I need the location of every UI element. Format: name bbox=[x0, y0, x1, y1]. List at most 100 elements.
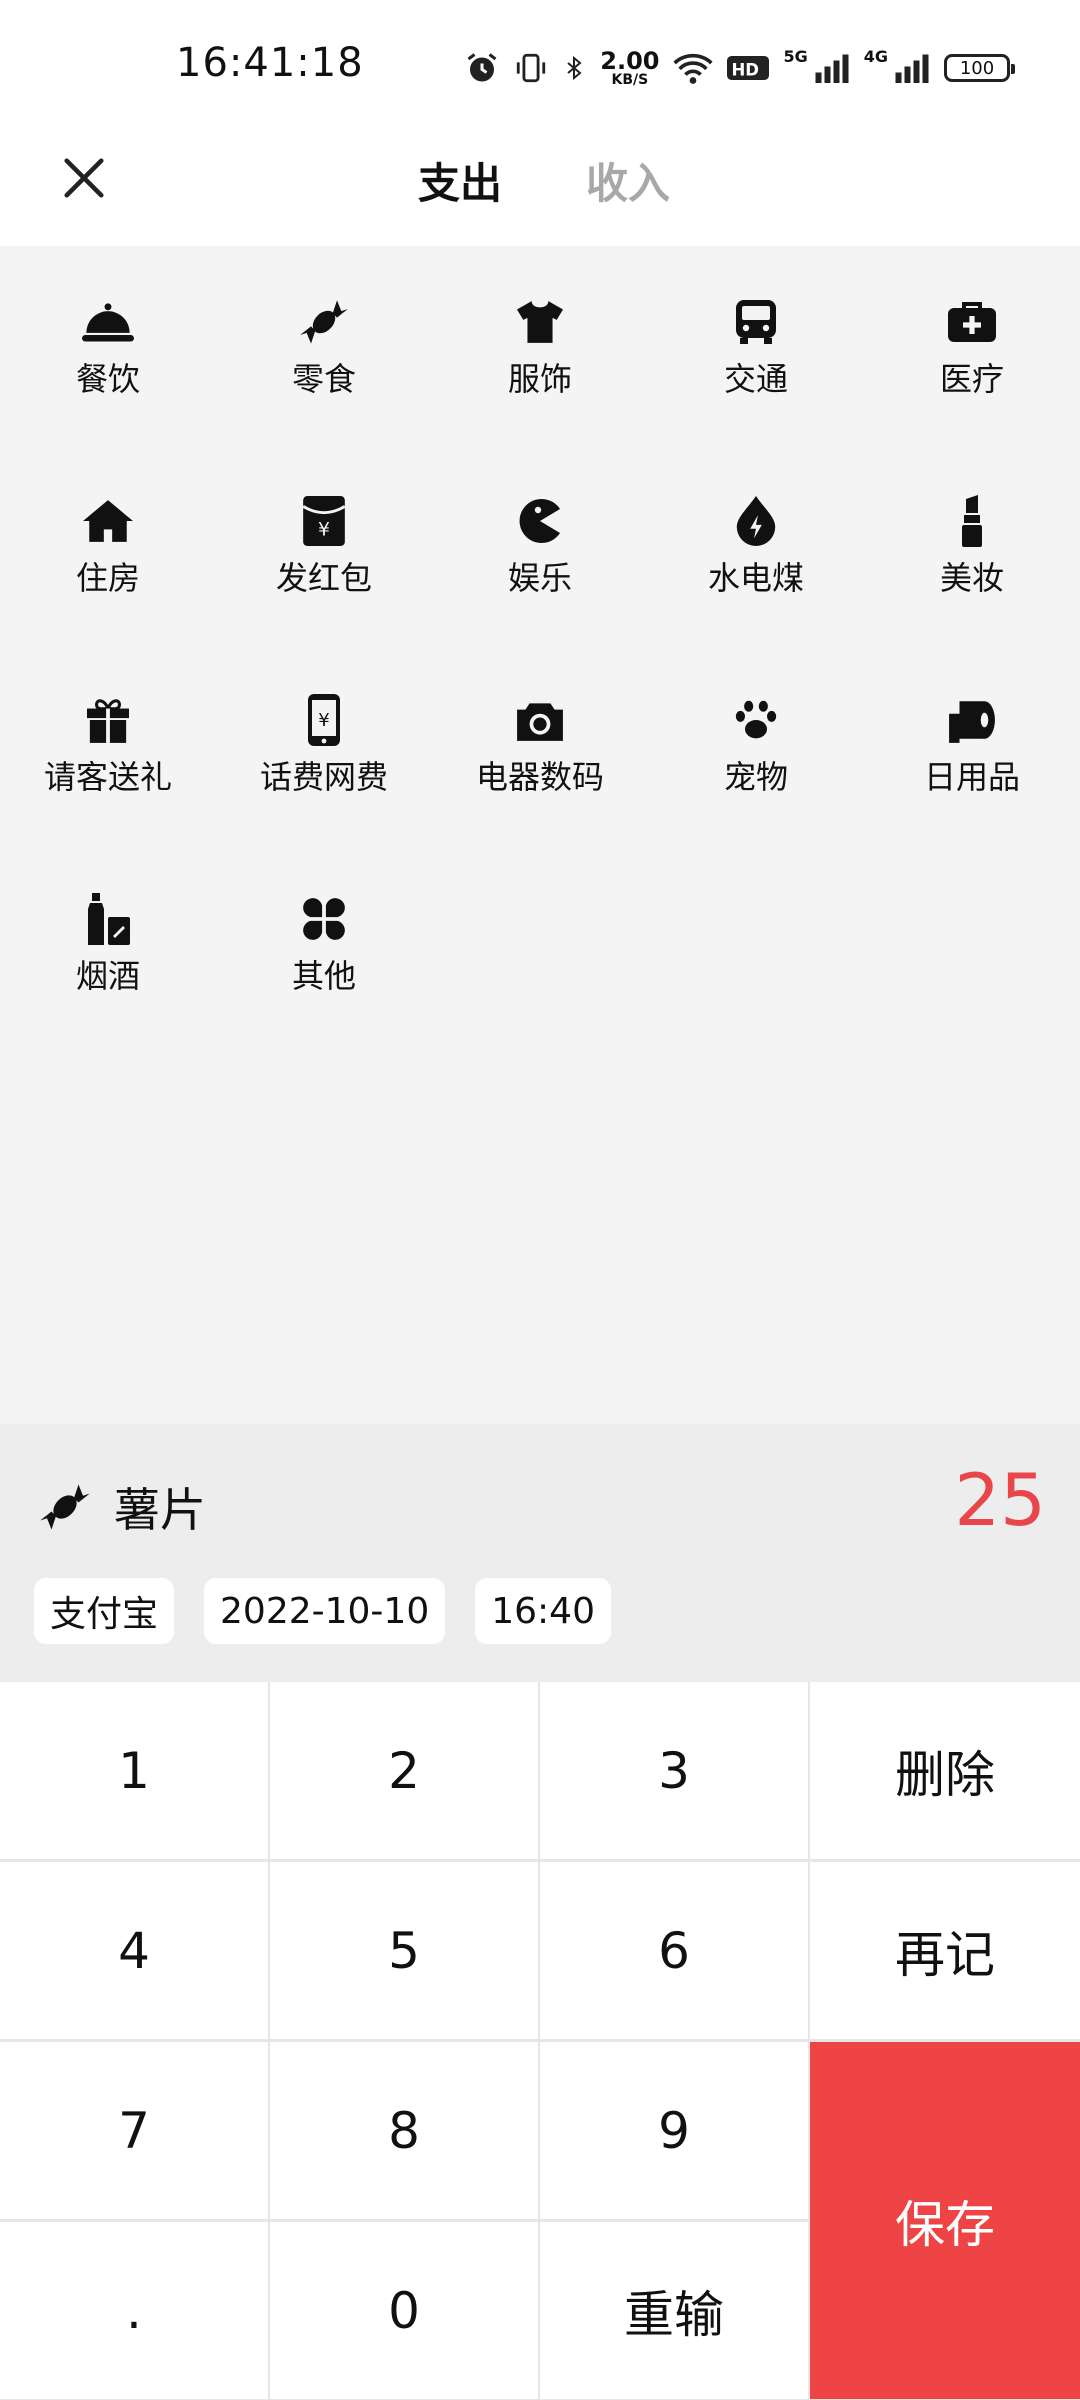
key-5[interactable]: 5 bbox=[270, 1862, 538, 2039]
red-envelope-icon: ¥ bbox=[303, 496, 345, 546]
save-button[interactable]: 保存 bbox=[810, 2042, 1080, 2399]
tab-expense[interactable]: 支出 bbox=[418, 150, 502, 211]
svg-text:¥: ¥ bbox=[318, 520, 330, 541]
speed-unit: KB/S bbox=[611, 72, 649, 88]
category-grid: 餐饮 零食 服饰 交通 医疗 住房 ¥ 发红包 娱乐 水电煤 美妆 请客送礼 ¥… bbox=[0, 296, 1080, 1092]
category-label: 美妆 bbox=[939, 559, 1004, 597]
entry-name[interactable]: 薯片 bbox=[114, 1474, 206, 1540]
paw-icon bbox=[735, 700, 777, 739]
lipstick-icon bbox=[962, 495, 982, 547]
speed-value: 2.00 bbox=[600, 47, 660, 75]
key-8[interactable]: 8 bbox=[270, 2042, 538, 2219]
record-again-button[interactable]: 再记 bbox=[810, 1862, 1080, 2039]
svg-text:¥: ¥ bbox=[318, 710, 329, 731]
phone-icon: ¥ bbox=[308, 694, 340, 746]
category-tobacco-alcohol[interactable]: 烟酒 bbox=[0, 893, 216, 1092]
category-label: 娱乐 bbox=[507, 559, 572, 597]
amount-display: 25 bbox=[954, 1458, 1046, 1542]
category-label: 烟酒 bbox=[75, 957, 140, 995]
utilities-drop-icon bbox=[736, 496, 776, 546]
key-6[interactable]: 6 bbox=[540, 1862, 808, 2039]
category-red-envelope[interactable]: ¥ 发红包 bbox=[216, 495, 432, 694]
bus-icon bbox=[736, 300, 776, 344]
category-label: 宠物 bbox=[723, 758, 788, 796]
payment-method-chip[interactable]: 支付宝 bbox=[34, 1578, 175, 1644]
category-clothing[interactable]: 服饰 bbox=[432, 296, 648, 495]
status-icons: 2.00 KB/S HD 5G 4G 100 bbox=[464, 40, 1015, 96]
category-panel: 餐饮 零食 服饰 交通 医疗 住房 ¥ 发红包 娱乐 水电煤 美妆 请客送礼 ¥… bbox=[0, 246, 1080, 1424]
candy-icon bbox=[40, 1484, 90, 1530]
close-button[interactable] bbox=[52, 146, 116, 210]
signal-icon bbox=[815, 54, 849, 83]
category-medical[interactable]: 医疗 bbox=[864, 296, 1080, 495]
svg-text:HD: HD bbox=[732, 61, 760, 80]
shirt-icon bbox=[517, 301, 563, 343]
category-snacks[interactable]: 零食 bbox=[216, 296, 432, 495]
category-entertainment[interactable]: 娱乐 bbox=[432, 495, 648, 694]
network-speed: 2.00 KB/S bbox=[600, 49, 659, 87]
toilet-roll-icon bbox=[949, 701, 995, 743]
keypad: 1 2 3 删除 4 5 6 再记 7 8 9 保存 . 0 重输 bbox=[0, 1682, 1080, 2400]
status-bar: 16:41:18 2.00 KB/S HD 5G 4G 100 bbox=[0, 0, 1080, 120]
status-time: 16:41:18 bbox=[176, 40, 364, 86]
category-label: 发红包 bbox=[275, 559, 372, 597]
selected-category[interactable]: 薯片 bbox=[38, 1474, 206, 1540]
category-other[interactable]: 其他 bbox=[216, 893, 432, 1092]
time-chip[interactable]: 16:40 bbox=[475, 1578, 611, 1644]
key-2[interactable]: 2 bbox=[270, 1682, 538, 1859]
bluetooth-icon bbox=[567, 55, 582, 81]
category-label: 医疗 bbox=[939, 360, 1004, 398]
category-electronics[interactable]: 电器数码 bbox=[432, 694, 648, 893]
house-icon bbox=[83, 500, 133, 542]
category-utilities[interactable]: 水电煤 bbox=[648, 495, 864, 694]
battery-level: 100 bbox=[959, 57, 995, 79]
key-3[interactable]: 3 bbox=[540, 1682, 808, 1859]
reenter-button[interactable]: 重输 bbox=[540, 2222, 808, 2399]
key-9[interactable]: 9 bbox=[540, 2042, 808, 2219]
category-dining[interactable]: 餐饮 bbox=[0, 296, 216, 495]
signal-icon bbox=[895, 54, 929, 83]
category-label: 交通 bbox=[723, 360, 788, 398]
entry-panel: 薯片 25 支付宝 2022-10-10 16:40 bbox=[0, 1424, 1080, 1682]
category-cosmetics[interactable]: 美妆 bbox=[864, 495, 1080, 694]
gift-icon bbox=[87, 699, 129, 743]
bottles-icon bbox=[88, 893, 130, 945]
entry-options: 支付宝 2022-10-10 16:40 bbox=[34, 1578, 611, 1644]
date-chip[interactable]: 2022-10-10 bbox=[204, 1578, 446, 1644]
category-label: 零食 bbox=[291, 360, 356, 398]
header: 支出 收入 bbox=[0, 120, 1080, 246]
clover-icon bbox=[303, 898, 345, 940]
wifi-icon bbox=[673, 53, 714, 84]
delete-button[interactable]: 删除 bbox=[810, 1682, 1080, 1859]
category-label: 其他 bbox=[291, 957, 356, 995]
key-0[interactable]: 0 bbox=[270, 2222, 538, 2399]
candy-icon bbox=[300, 300, 348, 344]
key-4[interactable]: 4 bbox=[0, 1862, 268, 2039]
cloche-icon bbox=[82, 303, 134, 342]
battery-icon: 100 bbox=[944, 54, 1015, 82]
category-label: 水电煤 bbox=[707, 559, 804, 597]
close-icon bbox=[64, 158, 104, 198]
net-5g-label: 5G bbox=[783, 46, 808, 66]
category-gifts[interactable]: 请客送礼 bbox=[0, 694, 216, 893]
category-daily-goods[interactable]: 日用品 bbox=[864, 694, 1080, 893]
medkit-icon bbox=[948, 302, 996, 342]
tab-income[interactable]: 收入 bbox=[586, 150, 670, 211]
category-housing[interactable]: 住房 bbox=[0, 495, 216, 694]
category-transport[interactable]: 交通 bbox=[648, 296, 864, 495]
category-label: 话费网费 bbox=[259, 758, 388, 796]
hd-icon: HD bbox=[727, 56, 770, 80]
alarm-icon bbox=[467, 53, 497, 82]
net-4g-label: 4G bbox=[863, 46, 888, 66]
key-7[interactable]: 7 bbox=[0, 2042, 268, 2219]
category-label: 电器数码 bbox=[475, 758, 604, 796]
pacman-icon bbox=[519, 499, 560, 543]
category-label: 住房 bbox=[75, 559, 140, 597]
key-dot[interactable]: . bbox=[0, 2222, 268, 2399]
category-pets[interactable]: 宠物 bbox=[648, 694, 864, 893]
category-phone-bill[interactable]: ¥ 话费网费 bbox=[216, 694, 432, 893]
category-label: 请客送礼 bbox=[43, 758, 172, 796]
category-label: 日用品 bbox=[923, 758, 1020, 796]
key-1[interactable]: 1 bbox=[0, 1682, 268, 1859]
vibrate-icon bbox=[517, 53, 546, 83]
